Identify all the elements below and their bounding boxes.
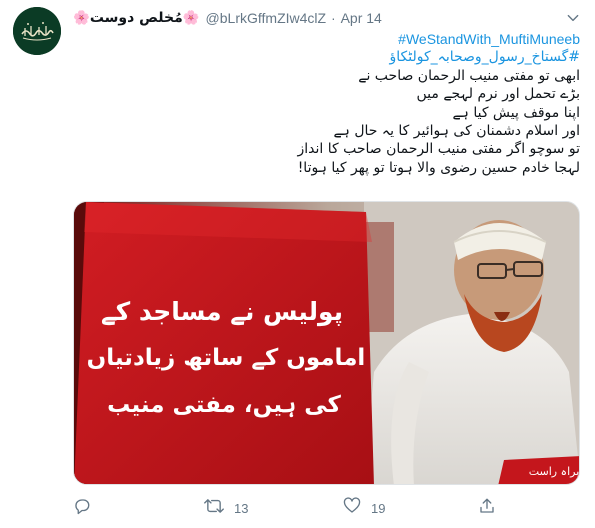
calligraphy-avatar-icon[interactable] bbox=[13, 7, 61, 55]
tweet[interactable]: 🌸 مُخلص دوست 🌸 @bLrkGffmZIw4clZ · Apr 14… bbox=[0, 0, 595, 528]
name-emoji-trailing: 🌸 bbox=[182, 10, 200, 26]
name-emoji: 🌸 bbox=[73, 10, 90, 26]
hashtag-english[interactable]: #WeStandWith_MuftiMuneeb bbox=[398, 31, 580, 47]
separator-dot: · bbox=[331, 10, 336, 26]
share-icon[interactable] bbox=[478, 497, 496, 519]
tweet-line: تو سوچو اگر مفتی منیب الرحمان صاحب کا ان… bbox=[297, 141, 580, 158]
share-button[interactable] bbox=[478, 497, 496, 519]
tweet-line: ابھی تو مفتی منیب الرحمان صاحب نے bbox=[358, 67, 580, 84]
retweet-button[interactable]: 13 bbox=[204, 497, 248, 519]
caption-line: پولیس نے مساجد کے bbox=[101, 297, 343, 327]
tweet-line: اور اسلام دشمنان کی ہوائیر کا یہ حال ہے bbox=[333, 122, 580, 139]
tweet-line: لہجا خادم حسین رضوی والا ہوتا تو پھر کیا… bbox=[297, 159, 580, 176]
tweet-line: بڑے تحمل اور نرم لہجے میں bbox=[416, 86, 581, 103]
live-ticker-label: براہ راست bbox=[529, 465, 580, 478]
user-handle[interactable]: @bLrkGffmZIw4clZ bbox=[206, 10, 327, 26]
reply-icon[interactable] bbox=[73, 497, 91, 519]
tweet-text: #WeStandWith_MuftiMuneeb #گستاخ_رسول_وصح… bbox=[73, 30, 580, 177]
tweet-line: اپنا موقف پیش کیا ہے bbox=[452, 104, 580, 121]
retweet-count: 13 bbox=[234, 500, 249, 516]
tweet-actions: 13 19 bbox=[73, 497, 580, 519]
tweet-media-image[interactable]: پولیس نے مساجد کے اماموں کے ساتھ زیادتیا… bbox=[73, 201, 580, 485]
hashtag-urdu[interactable]: #گستاخ_رسول_وصحابہ_کولٹکاؤ bbox=[389, 49, 580, 65]
caption-line: کی ہیں، مفتی منیب bbox=[107, 392, 341, 418]
reply-button[interactable] bbox=[73, 497, 91, 519]
heart-icon[interactable] bbox=[343, 497, 361, 519]
tweet-date[interactable]: Apr 14 bbox=[341, 10, 382, 26]
caption-line: اماموں کے ساتھ زیادتیاں bbox=[87, 345, 366, 371]
tweet-header: 🌸 مُخلص دوست 🌸 @bLrkGffmZIw4clZ · Apr 14 bbox=[73, 9, 382, 27]
like-button[interactable]: 19 bbox=[343, 497, 385, 519]
display-name[interactable]: مُخلص دوست bbox=[90, 10, 183, 26]
chevron-down-icon[interactable] bbox=[562, 7, 584, 29]
retweet-icon[interactable] bbox=[204, 497, 224, 519]
like-count: 19 bbox=[371, 500, 386, 516]
